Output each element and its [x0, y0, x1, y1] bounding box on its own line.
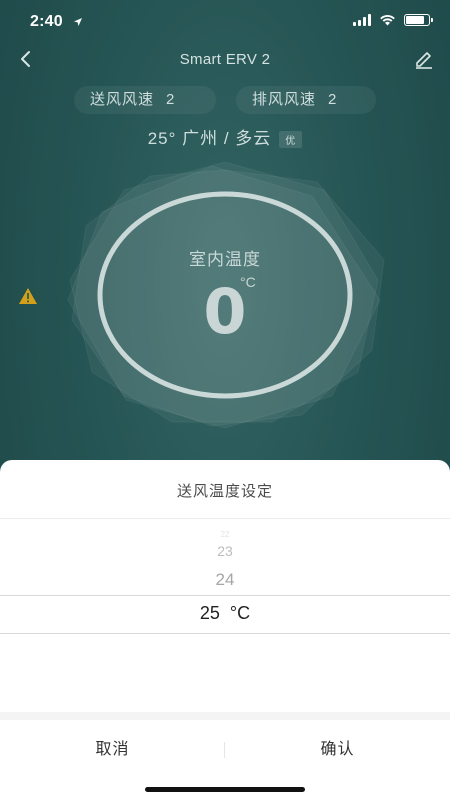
weather-text: 25° 广州 / 多云 [147, 129, 272, 148]
air-quality-badge: 优 [279, 131, 303, 149]
weather-info: 25° 广州 / 多云优 [0, 124, 450, 149]
exhaust-fan-speed[interactable]: 排风风速 2 [236, 86, 376, 114]
edit-icon[interactable] [412, 47, 436, 71]
status-time: 2:40 [30, 13, 63, 30]
page-title: Smart ERV 2 [179, 51, 271, 68]
cancel-button[interactable]: 取消 [0, 722, 225, 778]
status-bar: 2:40 [0, 0, 450, 44]
picker-item-23[interactable]: 23 [0, 543, 450, 559]
picker-unit: °C [229, 603, 251, 623]
picker-selected-number: 25 [199, 603, 220, 623]
home-indicator[interactable] [145, 787, 305, 792]
picker-item-24[interactable]: 24 [0, 570, 450, 590]
warning-icon[interactable] [18, 287, 38, 305]
supply-fan-value: 2 [166, 91, 176, 108]
cellular-signal-icon [353, 14, 371, 26]
sheet-title-divider [0, 518, 450, 519]
supply-fan-label: 送风风速 [90, 91, 155, 108]
indoor-temp-value: 0 [203, 275, 247, 348]
nav-bar: Smart ERV 2 [0, 44, 450, 74]
sheet-title: 送风温度设定 [176, 483, 273, 500]
confirm-button[interactable]: 确认 [225, 722, 450, 778]
sheet-actions: 取消 确认 [0, 722, 450, 778]
action-divider [224, 742, 225, 758]
picker-selected-value[interactable]: 25 °C [0, 603, 450, 624]
battery-icon [404, 14, 433, 26]
indoor-temp-label: 室内温度 [189, 250, 261, 269]
picker-item-faint[interactable]: 22 [0, 530, 450, 539]
exhaust-fan-value: 2 [328, 91, 338, 108]
sheet-separator-band [0, 712, 450, 720]
exhaust-fan-label: 排风风速 [252, 91, 317, 108]
location-arrow-icon [73, 14, 83, 32]
status-indicators [353, 14, 433, 26]
wifi-icon [380, 15, 395, 26]
picker-selection-bottom-line [0, 633, 450, 634]
picker-selection-top-line [0, 595, 450, 596]
supply-fan-speed[interactable]: 送风风速 2 [74, 86, 216, 114]
indoor-temp-unit: °C [240, 274, 256, 290]
